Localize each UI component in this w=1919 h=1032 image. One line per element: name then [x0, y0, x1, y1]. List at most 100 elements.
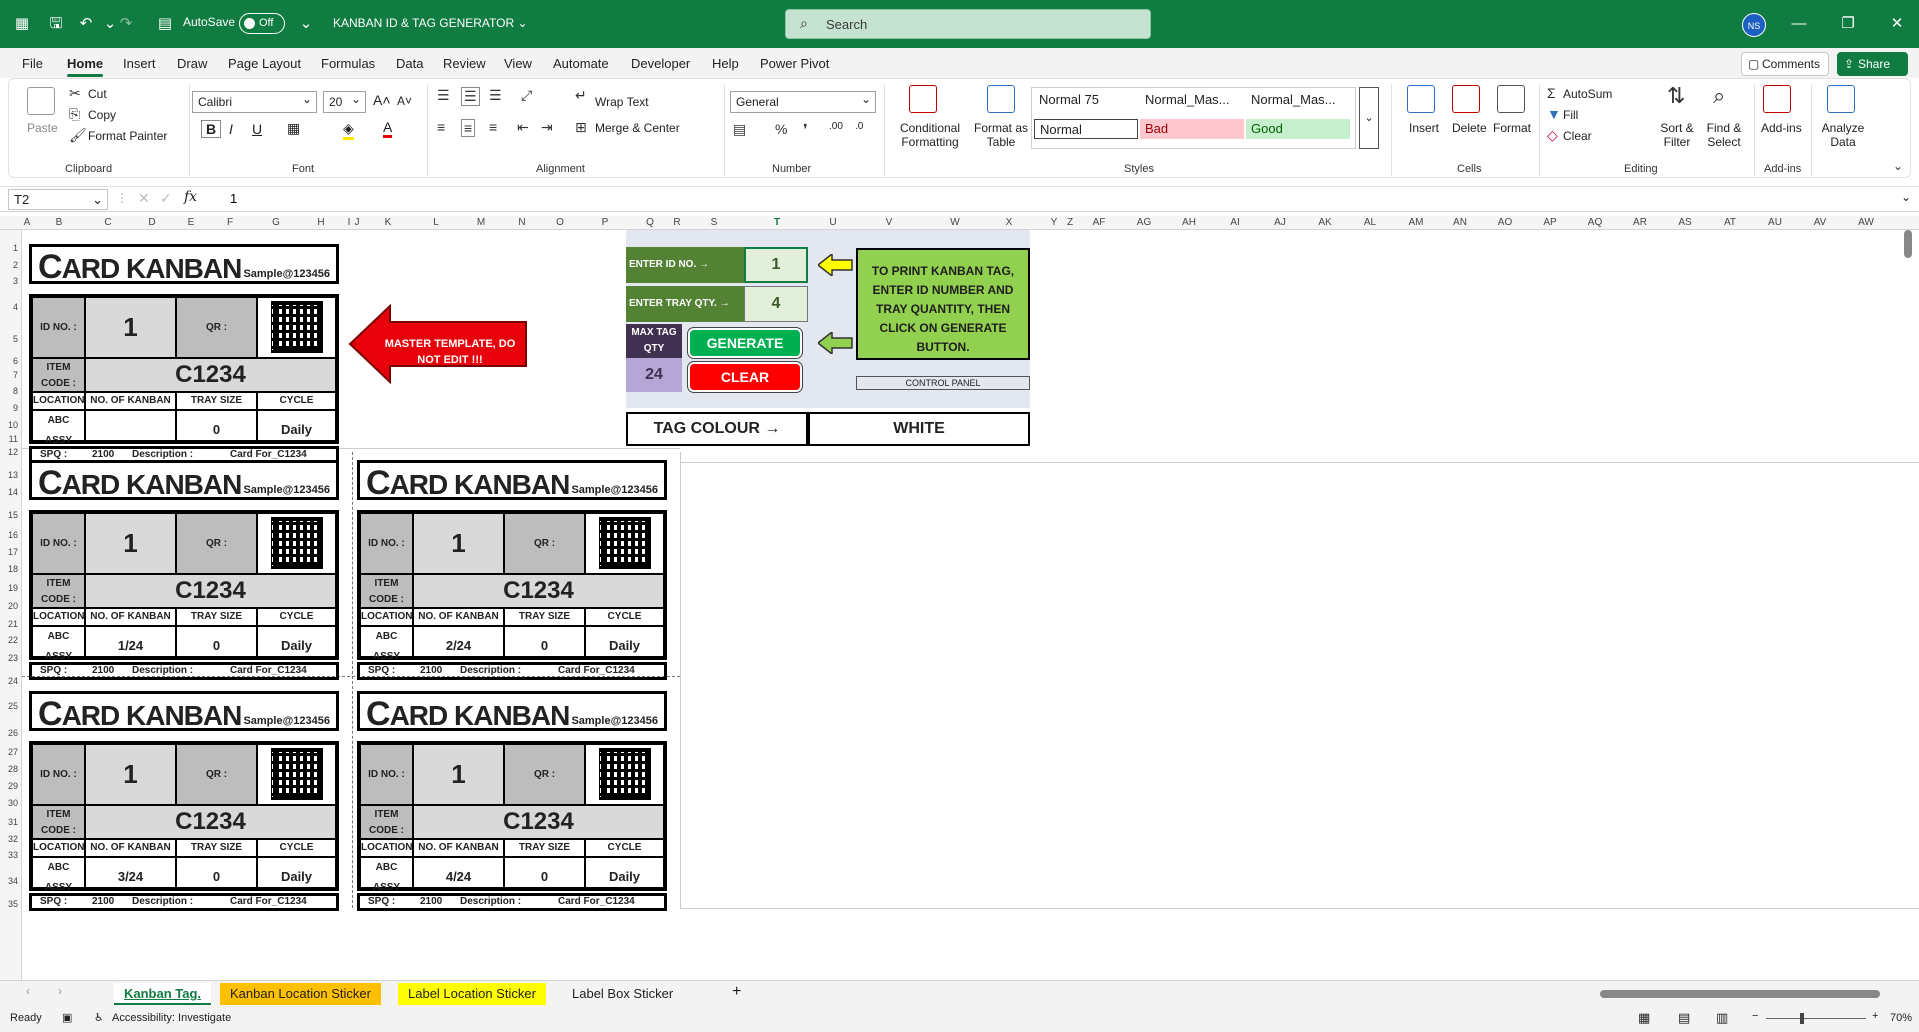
worksheet-grid[interactable]: A B C D E F G H I J K L M N O P Q R S T U V W X Y Z AF AG AH AI AJ AK AL…	[0, 216, 1919, 980]
align-left-icon[interactable]: ≡	[437, 119, 445, 135]
orientation-icon[interactable]: ⤢	[521, 87, 532, 104]
row-header[interactable]: 24	[8, 676, 18, 686]
align-middle-icon[interactable]: ☰	[461, 87, 480, 106]
row-header[interactable]: 14	[8, 487, 18, 497]
delete-cells-button[interactable]: Delete	[1452, 121, 1487, 135]
column-header[interactable]: AW	[1858, 217, 1874, 228]
column-header[interactable]: O	[556, 217, 564, 228]
collapse-ribbon-icon[interactable]: ⌄	[1893, 159, 1903, 173]
column-header[interactable]: X	[1006, 217, 1013, 228]
column-header[interactable]: U	[829, 217, 836, 228]
cut-button[interactable]: Cut	[88, 87, 107, 101]
row-header[interactable]: 7	[13, 370, 18, 380]
row-header[interactable]: 15	[8, 510, 18, 520]
copy-button[interactable]: Copy	[88, 108, 116, 122]
column-header[interactable]: A	[24, 217, 31, 228]
row-header[interactable]: 34	[8, 876, 18, 886]
analyze-data-button[interactable]: Analyze Data	[1821, 121, 1865, 149]
grow-font-icon[interactable]: A˄	[373, 92, 391, 108]
comments-button[interactable]: ▢ Comments	[1741, 52, 1829, 76]
row-header[interactable]: 35	[8, 899, 18, 909]
increase-decimal-icon[interactable]: .00	[829, 121, 843, 132]
accounting-format-icon[interactable]: ▤	[733, 121, 746, 138]
generate-button[interactable]: GENERATE	[688, 328, 802, 358]
column-header[interactable]: AG	[1137, 217, 1151, 228]
row-header[interactable]: 31	[8, 817, 18, 827]
style-normal-75[interactable]: Normal 75	[1034, 90, 1138, 110]
column-header[interactable]: G	[272, 217, 280, 228]
share-button[interactable]: ⇪ Share	[1837, 52, 1908, 76]
accessibility-status[interactable]: Accessibility: Investigate	[112, 1012, 231, 1024]
column-header[interactable]: W	[950, 217, 959, 228]
row-header[interactable]: 33	[8, 850, 18, 860]
column-header[interactable]: I	[348, 217, 351, 228]
styles-more-icon[interactable]: ⌄	[1359, 87, 1379, 149]
tab-formulas[interactable]: Formulas	[321, 56, 375, 71]
align-right-icon[interactable]: ≡	[489, 119, 497, 135]
add-sheet-icon[interactable]: +	[732, 983, 741, 1001]
comma-style-icon[interactable]: ❜	[803, 121, 808, 138]
addins-button[interactable]: Add-ins	[1761, 121, 1802, 135]
style-bad[interactable]: Bad	[1140, 119, 1244, 139]
fill-button[interactable]: Fill	[1563, 108, 1578, 122]
format-painter-button[interactable]: Format Painter	[88, 129, 167, 143]
row-header[interactable]: 28	[8, 764, 18, 774]
style-normal[interactable]: Normal	[1034, 119, 1138, 139]
column-header[interactable]: AK	[1318, 217, 1331, 228]
zoom-in-icon[interactable]: +	[1872, 1010, 1878, 1022]
prev-sheet-icon[interactable]: ‹	[26, 984, 30, 998]
conditional-formatting-button[interactable]: Conditional Formatting	[897, 121, 963, 149]
column-header[interactable]: E	[188, 217, 195, 228]
restore-icon[interactable]: ❐	[1834, 12, 1862, 36]
expand-formula-icon[interactable]: ⌄	[1901, 190, 1911, 204]
column-header[interactable]: Z	[1067, 217, 1073, 228]
tab-developer[interactable]: Developer	[631, 56, 690, 71]
sheet-tab-label-location-sticker[interactable]: Label Location Sticker	[398, 983, 546, 1005]
tab-help[interactable]: Help	[712, 56, 739, 71]
row-header[interactable]: 5	[13, 334, 18, 344]
paste-icon[interactable]	[27, 87, 55, 115]
search-box[interactable]: ⌕ Search	[785, 9, 1151, 39]
column-header[interactable]: AM	[1409, 217, 1424, 228]
style-normal-mas-2[interactable]: Normal_Mas...	[1246, 90, 1350, 110]
column-header[interactable]: J	[355, 217, 360, 228]
zoom-level[interactable]: 70%	[1890, 1012, 1912, 1024]
formula-input[interactable]	[230, 191, 1830, 206]
macro-record-icon[interactable]: ▣	[62, 1011, 72, 1024]
row-header[interactable]: 18	[8, 564, 18, 574]
underline-icon[interactable]: U	[252, 121, 262, 137]
merge-center-button[interactable]: Merge & Center	[595, 121, 680, 135]
avatar[interactable]: NS	[1742, 13, 1766, 37]
column-header[interactable]: T	[774, 217, 780, 228]
row-header[interactable]: 12	[8, 447, 18, 457]
column-header[interactable]: AS	[1678, 217, 1691, 228]
horizontal-scrollbar[interactable]	[1600, 990, 1880, 998]
tab-power-pivot[interactable]: Power Pivot	[760, 56, 829, 71]
next-sheet-icon[interactable]: ›	[58, 984, 62, 998]
column-header[interactable]: AO	[1498, 217, 1512, 228]
font-name-select[interactable]: Calibri	[192, 89, 317, 113]
row-header[interactable]: 11	[9, 434, 18, 444]
row-header[interactable]: 22	[8, 635, 18, 645]
sheet-tab-kanban-tag[interactable]: Kanban Tag.	[114, 983, 212, 1005]
align-top-icon[interactable]: ☰	[437, 87, 450, 104]
sheet-tab-kanban-location-sticker[interactable]: Kanban Location Sticker	[220, 983, 381, 1005]
column-header[interactable]: AR	[1633, 217, 1647, 228]
tag-colour-value[interactable]: WHITE	[808, 412, 1030, 446]
column-header[interactable]: F	[227, 217, 233, 228]
decrease-indent-icon[interactable]: ⇤	[517, 119, 529, 136]
page-layout-view-icon[interactable]: ▤	[1678, 1010, 1690, 1026]
undo-icon[interactable]: ↶	[76, 14, 96, 34]
clear-button[interactable]: Clear	[1563, 129, 1592, 143]
row-header[interactable]: 23	[8, 653, 18, 663]
column-header[interactable]: M	[477, 217, 485, 228]
paste-label[interactable]: Paste	[27, 121, 58, 135]
style-good[interactable]: Good	[1246, 119, 1350, 139]
row-header[interactable]: 2	[13, 260, 18, 270]
row-header[interactable]: 27	[8, 747, 18, 757]
column-header[interactable]: AJ	[1274, 217, 1286, 228]
autosum-button[interactable]: AutoSum	[1563, 87, 1612, 101]
row-header[interactable]: 4	[13, 302, 18, 312]
row-header[interactable]: 13	[8, 470, 18, 480]
column-header[interactable]: AQ	[1588, 217, 1602, 228]
